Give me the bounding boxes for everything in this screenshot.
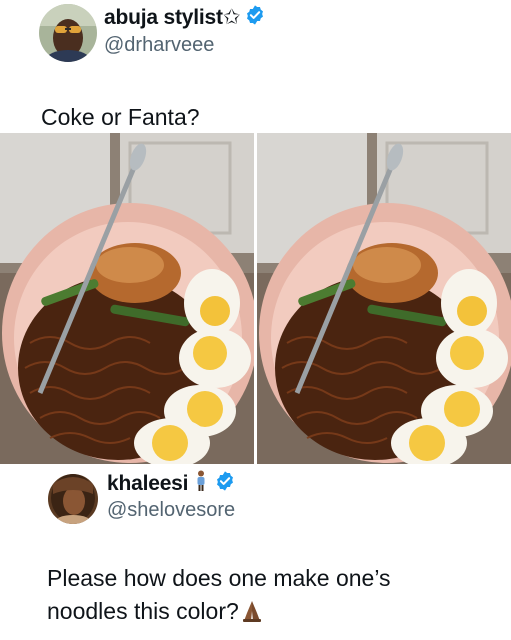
tweet-text-line-1: Please how does one make one’s [47, 565, 391, 591]
display-name[interactable]: abuja stylist✩ [104, 5, 240, 30]
display-name-row[interactable]: abuja stylist✩ [104, 4, 266, 31]
avatar[interactable] [48, 474, 98, 524]
tweet-text: Please how does one make one’s noodles t… [47, 562, 487, 632]
display-name[interactable]: khaleesi [107, 472, 188, 496]
folded-hands-emoji [241, 599, 263, 632]
display-name-row[interactable]: khaleesi [107, 470, 236, 497]
noodle-bowl-photo-right[interactable] [257, 133, 511, 464]
verified-badge-icon [244, 4, 266, 31]
tweet-text: Coke or Fanta? [41, 104, 200, 130]
tweet-text-line-2-text: noodles this color? [47, 598, 239, 624]
avatar[interactable] [39, 4, 97, 62]
noodle-bowl-photo-left[interactable] [0, 133, 254, 464]
avatar-image [48, 474, 98, 524]
media-strip[interactable] [0, 133, 511, 464]
handle[interactable]: @shelovesore [107, 499, 235, 522]
avatar-image [39, 4, 97, 62]
tweet-text-line-2: noodles this color? [47, 595, 487, 632]
standing-woman-emoji [194, 470, 208, 497]
handle[interactable]: @drharveee [104, 34, 214, 57]
verified-badge-icon [214, 470, 236, 497]
